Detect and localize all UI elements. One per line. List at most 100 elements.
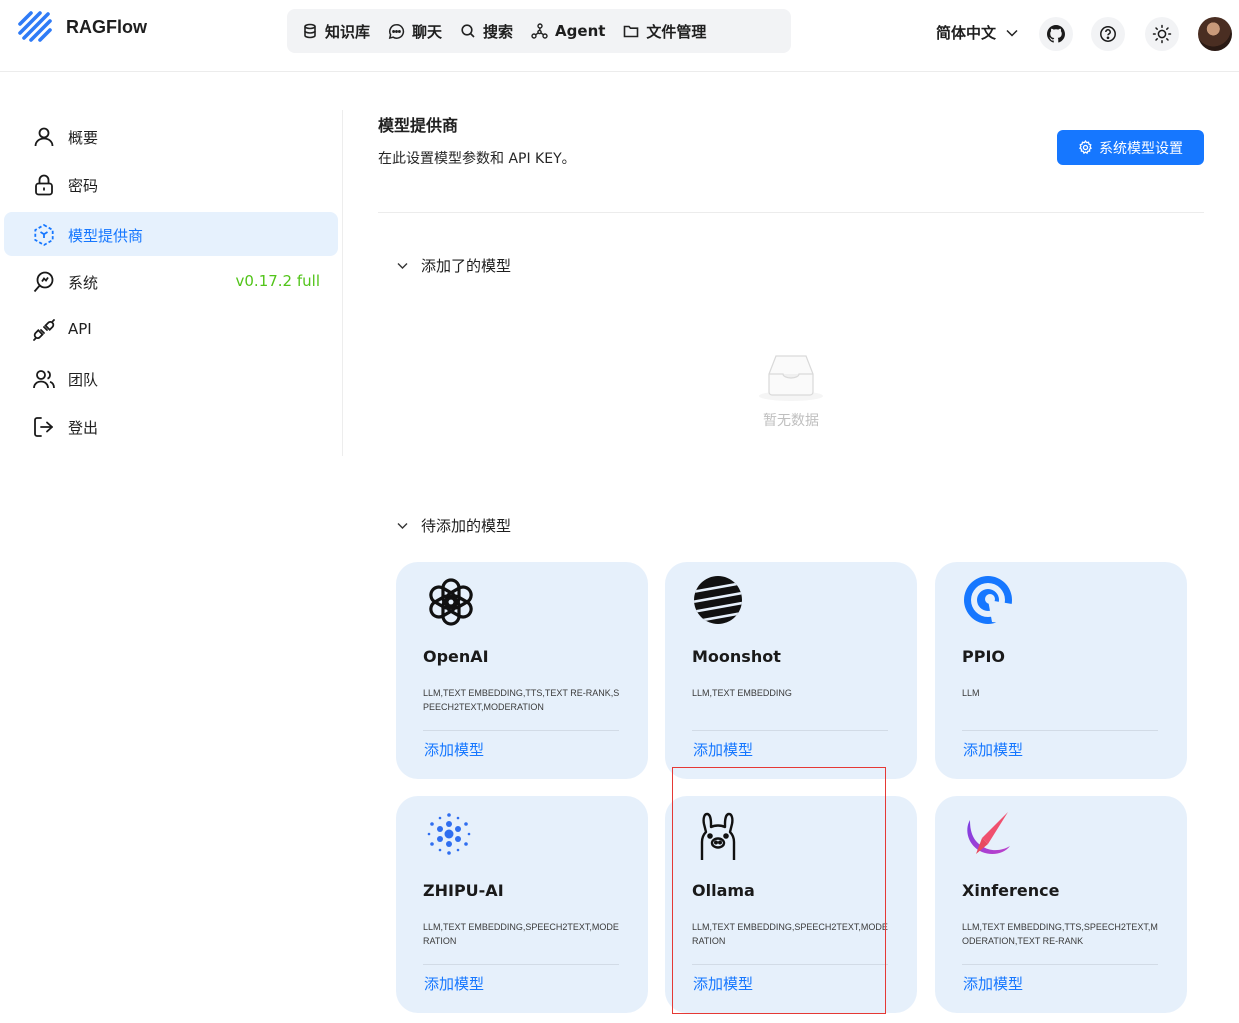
plug-icon: [33, 319, 55, 341]
sidebar-item-label: 概要: [68, 129, 99, 147]
github-button[interactable]: [1039, 17, 1073, 51]
gear-icon: [1079, 140, 1092, 155]
sidebar-item-label: 模型提供商: [68, 227, 144, 245]
provider-name: Ollama: [692, 881, 755, 900]
provider-name: PPIO: [962, 647, 1006, 666]
team-icon: [33, 370, 55, 389]
provider-card-moonshot: Moonshot LLM,TEXT EMBEDDING 添加模型: [665, 562, 917, 779]
sidebar-item-label: 团队: [68, 371, 99, 389]
nav-agent[interactable]: Agent: [522, 14, 614, 48]
sidebar-item-api[interactable]: API: [4, 307, 338, 351]
add-model-button[interactable]: 添加模型: [424, 973, 484, 994]
provider-name: ZHIPU-AI: [423, 881, 504, 900]
sidebar-item-system[interactable]: 系统 v0.17.2 full: [4, 259, 338, 303]
nav-search[interactable]: 搜索: [451, 14, 522, 48]
system-model-settings-label: 系统模型设置: [1099, 140, 1183, 157]
lock-icon: [35, 174, 53, 196]
sidebar-item-team[interactable]: 团队: [4, 356, 338, 400]
user-icon: [34, 127, 54, 147]
empty-text: 暂无数据: [763, 413, 819, 429]
model-provider-icon: [34, 223, 54, 247]
section-title: 待添加的模型: [421, 517, 512, 535]
xinference-logo-icon: [967, 812, 1010, 854]
logout-icon: [34, 417, 53, 437]
add-model-button[interactable]: 添加模型: [963, 739, 1023, 760]
sidebar-item-model-provider[interactable]: 模型提供商: [4, 212, 338, 256]
help-icon: [1100, 26, 1116, 42]
app-name: RAGFlow: [66, 17, 147, 37]
card-divider: [692, 964, 888, 965]
search-icon: [461, 24, 475, 38]
added-models-section-toggle[interactable]: 添加了的模型: [396, 255, 511, 276]
sidebar-item-password[interactable]: 密码: [4, 162, 338, 206]
card-divider: [423, 730, 619, 731]
nav-chat[interactable]: 聊天: [379, 14, 451, 48]
system-icon: [33, 271, 54, 293]
empty-state: 暂无数据: [740, 352, 842, 432]
add-model-button[interactable]: 添加模型: [693, 739, 753, 760]
database-icon: [304, 23, 316, 39]
empty-inbox-icon: [759, 355, 823, 401]
language-select[interactable]: 简体中文: [936, 22, 1019, 43]
github-icon: [1047, 25, 1065, 43]
provider-card-zhipu-ai: ZHIPU-AI LLM,TEXT EMBEDDING,SPEECH2TEXT,…: [396, 796, 648, 1013]
zhipu-logo-icon: [427, 813, 471, 855]
sidebar: 概要 密码 模型提供商 系统 v0.17.2 full API 团队 登出: [0, 110, 343, 456]
agent-icon: [531, 22, 548, 39]
provider-name: Moonshot: [692, 647, 781, 666]
provider-tags: LLM,TEXT EMBEDDING: [692, 688, 792, 698]
nav-label: Agent: [555, 22, 606, 40]
help-button[interactable]: [1091, 17, 1125, 51]
sidebar-item-label: API: [68, 320, 92, 338]
provider-tags: LLM,TEXT EMBEDDING,SPEECH2TEXT,MODERATIO…: [423, 922, 619, 946]
nav-label: 搜索: [483, 22, 514, 41]
nav-label: 知识库: [325, 22, 371, 41]
chat-icon: [388, 23, 405, 39]
system-model-settings-button[interactable]: 系统模型设置: [1057, 130, 1204, 165]
provider-tags: LLM,TEXT EMBEDDING,TTS,SPEECH2TEXT,MODER…: [962, 922, 1158, 946]
card-divider: [692, 730, 888, 731]
card-divider: [423, 964, 619, 965]
language-label: 简体中文: [936, 24, 997, 42]
section-title: 添加了的模型: [421, 257, 512, 275]
moonshot-logo-icon: [694, 576, 742, 624]
folder-icon: [624, 25, 639, 38]
ollama-logo-icon: [700, 812, 736, 860]
sidebar-item-overview[interactable]: 概要: [4, 114, 338, 158]
provider-tags: LLM,TEXT EMBEDDING,SPEECH2TEXT,MODERATIO…: [692, 922, 888, 946]
ppio-logo-icon: [964, 576, 1012, 624]
ragflow-logo-icon[interactable]: [16, 8, 54, 46]
provider-card-openai: OpenAI LLM,TEXT EMBEDDING,TTS,TEXT RE-RA…: [396, 562, 648, 779]
openai-logo-icon: [429, 578, 473, 626]
page-description: 在此设置模型参数和 API KEY。: [378, 151, 576, 167]
provider-card-ppio: PPIO LLM 添加模型: [935, 562, 1187, 779]
card-divider: [962, 964, 1158, 965]
provider-name: Xinference: [962, 881, 1060, 900]
top-header: RAGFlow 知识库 聊天 搜索 Agent 文件管理 简体中文: [0, 0, 1239, 72]
sidebar-item-label: 登出: [68, 419, 99, 437]
version-badge: v0.17.2 full: [235, 272, 320, 290]
sidebar-item-logout[interactable]: 登出: [4, 404, 338, 448]
main-nav: 知识库 聊天 搜索 Agent 文件管理: [287, 9, 791, 53]
pending-models-section-toggle[interactable]: 待添加的模型: [396, 515, 511, 536]
chevron-down-icon: [397, 263, 408, 269]
theme-toggle-button[interactable]: [1145, 17, 1179, 51]
nav-label: 文件管理: [646, 22, 707, 41]
provider-card-ollama: Ollama LLM,TEXT EMBEDDING,SPEECH2TEXT,MO…: [665, 796, 917, 1013]
chevron-down-icon: [1006, 29, 1018, 37]
avatar[interactable]: [1198, 17, 1232, 51]
add-model-button[interactable]: 添加模型: [424, 739, 484, 760]
provider-tags: LLM: [962, 688, 980, 698]
nav-knowledge-base[interactable]: 知识库: [293, 14, 379, 48]
provider-name: OpenAI: [423, 647, 489, 666]
provider-card-xinference: Xinference LLM,TEXT EMBEDDING,TTS,SPEECH…: [935, 796, 1187, 1013]
provider-tags: LLM,TEXT EMBEDDING,TTS,TEXT RE-RANK,SPEE…: [423, 688, 620, 712]
chevron-down-icon: [397, 523, 408, 529]
add-model-button[interactable]: 添加模型: [963, 973, 1023, 994]
sidebar-item-label: 密码: [68, 177, 99, 195]
page-title: 模型提供商: [378, 116, 459, 135]
sun-icon: [1152, 24, 1172, 44]
nav-label: 聊天: [412, 22, 443, 41]
add-model-button[interactable]: 添加模型: [693, 973, 753, 994]
nav-file-management[interactable]: 文件管理: [614, 14, 715, 48]
